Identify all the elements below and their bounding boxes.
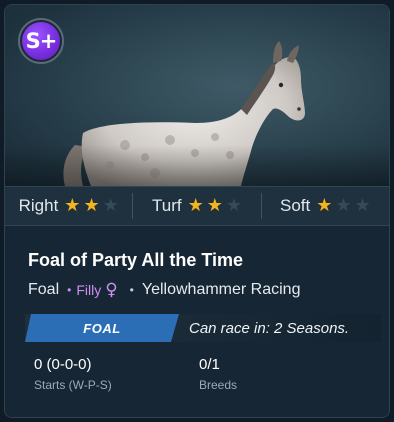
rating-label: Turf xyxy=(151,196,182,215)
rating-surface: Turf ★ ★ ★ xyxy=(132,193,260,219)
breeds-label: Breeds xyxy=(199,378,238,392)
star-filled-icon: ★ xyxy=(187,195,204,216)
horse-portrait: S+ xyxy=(5,5,389,186)
star-filled-icon: ★ xyxy=(83,195,100,216)
status-row: FOAL Can race in: 2 Seasons. xyxy=(25,314,381,342)
rating-condition: Soft ★ ★ ★ xyxy=(260,193,389,219)
breeds-value: 0/1 xyxy=(199,356,220,373)
status-badge: FOAL xyxy=(25,314,179,342)
stable-name[interactable]: Yellowhammer Racing xyxy=(142,281,301,299)
rating-label: Right xyxy=(18,196,59,215)
star-empty-icon: ★ xyxy=(225,195,242,216)
star-empty-icon: ★ xyxy=(354,195,371,216)
horse-card[interactable]: S+ Right ★ ★ ★ Turf ★ ★ ★ Soft ★ ★ ★ Foal of P… xyxy=(4,4,390,418)
age-class: Foal xyxy=(28,281,60,298)
separator-dot: • xyxy=(67,283,72,297)
star-rating: ★ ★ ★ xyxy=(188,197,242,215)
grade-badge: S+ xyxy=(18,18,64,64)
star-filled-icon: ★ xyxy=(64,195,81,216)
star-filled-icon: ★ xyxy=(206,195,223,216)
sex-label: Filly xyxy=(76,282,102,298)
horse-name[interactable]: Foal of Party All the Time xyxy=(28,250,243,271)
starts-label: Starts (W-P-S) xyxy=(34,378,112,392)
star-filled-icon: ★ xyxy=(316,195,333,216)
star-rating: ★ ★ ★ xyxy=(64,197,118,215)
rating-label: Soft xyxy=(279,196,311,215)
race-eligibility-text: Can race in: 2 Seasons. xyxy=(189,319,350,337)
starts-value: 0 (0-0-0) xyxy=(34,356,92,373)
horse-meta: Foal • Filly ♀ • Yellowhammer Racing xyxy=(28,280,300,300)
grade-label: S+ xyxy=(22,22,60,60)
breeds-stat: 0/1 Breeds xyxy=(199,356,237,392)
horse-info: Foal of Party All the Time Foal • Filly … xyxy=(5,227,389,417)
star-rating: ★ ★ ★ xyxy=(316,197,370,215)
starts-stat: 0 (0-0-0) Starts (W-P-S) xyxy=(34,356,112,392)
aptitude-ratings-bar: Right ★ ★ ★ Turf ★ ★ ★ Soft ★ ★ ★ xyxy=(5,186,389,226)
star-empty-icon: ★ xyxy=(102,195,119,216)
rating-direction: Right ★ ★ ★ xyxy=(5,193,132,219)
sex-indicator: Filly ♀ xyxy=(76,280,117,300)
female-symbol-icon: ♀ xyxy=(105,280,118,300)
separator-dot: • xyxy=(129,283,134,297)
star-empty-icon: ★ xyxy=(335,195,352,216)
